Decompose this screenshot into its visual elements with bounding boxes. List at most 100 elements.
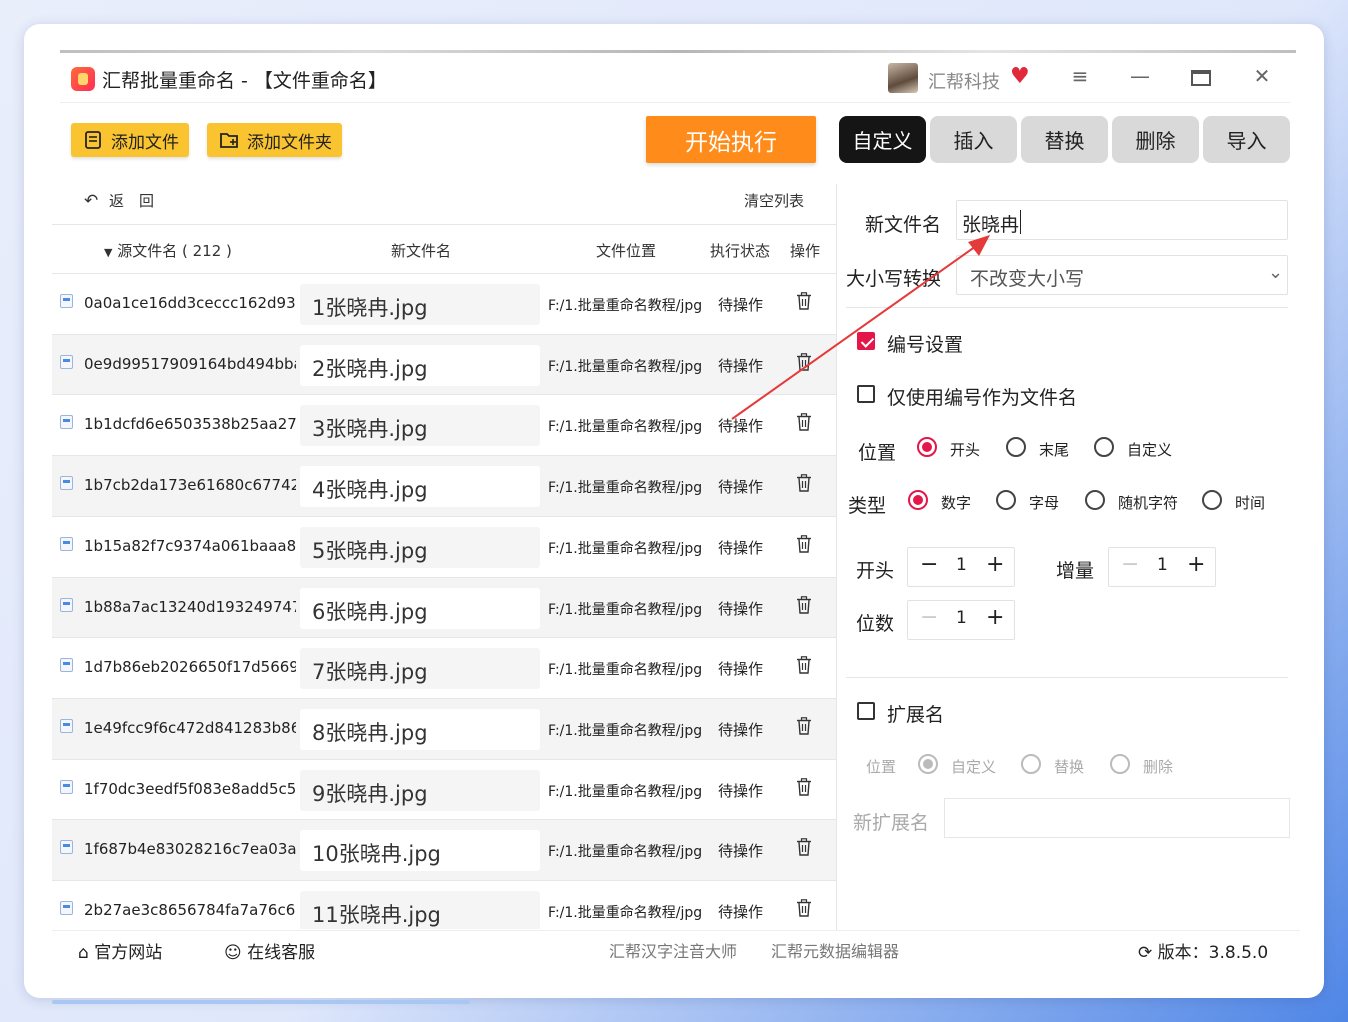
start-stepper[interactable]: − 1 + [907, 547, 1015, 587]
clear-list-button[interactable]: 清空列表 [744, 190, 804, 211]
new-filename-field[interactable]: 1张晓冉.jpg [300, 284, 540, 325]
ext-delete-label: 删除 [1143, 758, 1174, 776]
close-icon[interactable]: ✕ [1248, 64, 1276, 88]
status-text: 待操作 [718, 781, 764, 800]
new-filename-field[interactable]: 10张晓冉.jpg [300, 830, 540, 872]
ext-checkbox[interactable] [857, 702, 875, 720]
status-text: 待操作 [718, 660, 764, 679]
user-avatar[interactable] [888, 63, 918, 93]
new-filename-field[interactable]: 6张晓冉.jpg [300, 587, 540, 629]
table-row[interactable]: 1d7b86eb2026650f17d56698c 7张晓冉.jpg F:/1.批量… [52, 637, 836, 698]
source-name-header[interactable]: ▼ 源文件名 ( 212 ) [104, 240, 232, 261]
add-folder-button[interactable]: 添加文件夹 [207, 123, 342, 157]
menu-icon[interactable]: ≡ [1066, 64, 1094, 88]
tab-import[interactable]: 导入 [1203, 116, 1290, 163]
tab-delete[interactable]: 删除 [1112, 116, 1199, 163]
tab-replace[interactable]: 替换 [1021, 116, 1108, 163]
increment-value[interactable]: 1 [1157, 555, 1168, 575]
official-website-link[interactable]: ⌂ 官方网站 [78, 938, 162, 963]
position-start-radio[interactable] [917, 437, 937, 457]
table-row[interactable]: 2b27ae3c8656784fa7a76c659 11张晓冉.jpg F:/1.批… [52, 880, 836, 929]
user-name[interactable]: 汇帮科技 [928, 68, 1000, 94]
type-label: 类型 [848, 495, 887, 517]
chevron-down-icon[interactable]: ⌄ [1268, 262, 1283, 283]
plus-icon[interactable]: + [986, 605, 1004, 630]
new-filename-field[interactable]: 8张晓冉.jpg [300, 708, 540, 750]
vip-heart-icon[interactable]: ♥ [1010, 64, 1030, 89]
new-ext-input[interactable] [944, 798, 1290, 838]
online-support-label: 在线客服 [247, 943, 316, 963]
trash-icon[interactable] [796, 474, 812, 492]
new-filename-field[interactable]: 4张晓冉.jpg [300, 466, 540, 508]
position-label: 位置 [858, 442, 897, 464]
table-row[interactable]: 1b88a7ac13240d19324974795 6张晓冉.jpg F:/1.批量… [52, 576, 836, 638]
image-file-icon [60, 415, 73, 430]
trash-icon[interactable] [796, 595, 812, 614]
bottom-scroll-indicator [52, 1000, 470, 1004]
table-row[interactable]: 1b7cb2da173e61680c677420e 4张晓冉.jpg F:/1.批量… [52, 455, 836, 517]
type-random-radio[interactable] [1085, 490, 1105, 510]
new-filename-field[interactable]: 5张晓冉.jpg [300, 526, 540, 568]
start-button[interactable]: 开始执行 [646, 116, 816, 163]
version-info[interactable]: ⟳ 版本：3.8.5.0 [1138, 938, 1268, 963]
position-end-radio[interactable] [1006, 437, 1026, 457]
table-row[interactable]: 1b15a82f7c9374a061baaa857 5张晓冉.jpg F:/1.批量… [52, 515, 836, 577]
file-location: F:/1.批量重命名教程/jpg [548, 662, 703, 679]
plus-icon[interactable]: + [1187, 552, 1205, 577]
pinyin-tool-link[interactable]: 汇帮汉字注音大师 [609, 938, 737, 962]
new-filename-field[interactable]: 2张晓冉.jpg [300, 344, 540, 386]
ext-replace-radio[interactable] [1021, 754, 1041, 774]
table-row[interactable]: 1f687b4e83028216c7ea03ac3 10张晓冉.jpg F:/1.批… [52, 819, 836, 881]
back-button[interactable]: ↶ 返 回 [84, 190, 154, 211]
digits-stepper[interactable]: − 1 + [907, 600, 1015, 640]
back-arrow-icon: ↶ [84, 191, 99, 211]
ext-custom-radio[interactable] [918, 754, 938, 774]
position-custom-radio[interactable] [1094, 437, 1114, 457]
file-location: F:/1.批量重命名教程/jpg [548, 844, 703, 861]
online-support-link[interactable]: ☺ 在线客服 [224, 938, 315, 963]
ext-delete-radio[interactable] [1110, 754, 1130, 774]
maximize-icon[interactable] [1191, 70, 1211, 86]
minus-icon[interactable]: − [1121, 552, 1139, 577]
trash-icon[interactable] [796, 899, 812, 917]
minimize-icon[interactable]: — [1126, 64, 1154, 88]
type-time-radio[interactable] [1202, 490, 1222, 510]
version-label: 版本：3.8.5.0 [1157, 943, 1269, 963]
new-filename-field[interactable]: 9张晓冉.jpg [300, 769, 540, 811]
new-filename: 7张晓冉.jpg [312, 660, 428, 685]
add-file-label: 添加文件 [111, 132, 179, 153]
metadata-editor-link[interactable]: 汇帮元数据编辑器 [771, 938, 899, 962]
new-filename-field[interactable]: 7张晓冉.jpg [300, 648, 540, 690]
status-text: 待操作 [718, 599, 764, 618]
trash-icon[interactable] [796, 838, 812, 856]
type-letter-radio[interactable] [996, 490, 1016, 510]
digits-value[interactable]: 1 [956, 608, 967, 628]
location-header: 文件位置 [596, 242, 657, 260]
new-filename-field[interactable]: 3张晓冉.jpg [300, 405, 540, 447]
source-filename: 1f687b4e83028216c7ea03ac3 [84, 840, 296, 859]
status-text: 待操作 [718, 903, 764, 921]
trash-icon[interactable] [796, 656, 812, 674]
trash-icon[interactable] [796, 777, 812, 796]
ext-position-label: 位置 [866, 758, 897, 776]
minus-icon[interactable]: − [920, 552, 938, 577]
tab-custom[interactable]: 自定义 [839, 116, 926, 163]
increment-stepper[interactable]: − 1 + [1108, 547, 1216, 587]
new-name-header: 新文件名 [391, 242, 452, 260]
new-filename: 4张晓冉.jpg [312, 478, 428, 503]
new-filename: 11张晓冉.jpg [312, 903, 441, 927]
tab-insert[interactable]: 插入 [930, 116, 1017, 163]
add-folder-label: 添加文件夹 [247, 132, 332, 153]
start-value[interactable]: 1 [956, 555, 967, 575]
trash-icon[interactable] [796, 534, 812, 553]
section-divider [846, 677, 1288, 678]
minus-icon[interactable]: − [920, 605, 938, 630]
add-file-button[interactable]: 添加文件 [71, 123, 189, 157]
table-row[interactable]: 1e49fcc9f6c472d841283b86a8 8张晓冉.jpg F:/1.批… [52, 697, 836, 759]
table-row[interactable]: 1f70dc3eedf5f083e8add5c528 9张晓冉.jpg F:/1.批… [52, 758, 836, 820]
plus-icon[interactable]: + [986, 552, 1004, 577]
trash-icon[interactable] [796, 717, 812, 735]
status-text: 待操作 [718, 478, 764, 497]
new-filename-field[interactable]: 11张晓冉.jpg [300, 891, 540, 929]
type-number-radio[interactable] [908, 490, 928, 510]
